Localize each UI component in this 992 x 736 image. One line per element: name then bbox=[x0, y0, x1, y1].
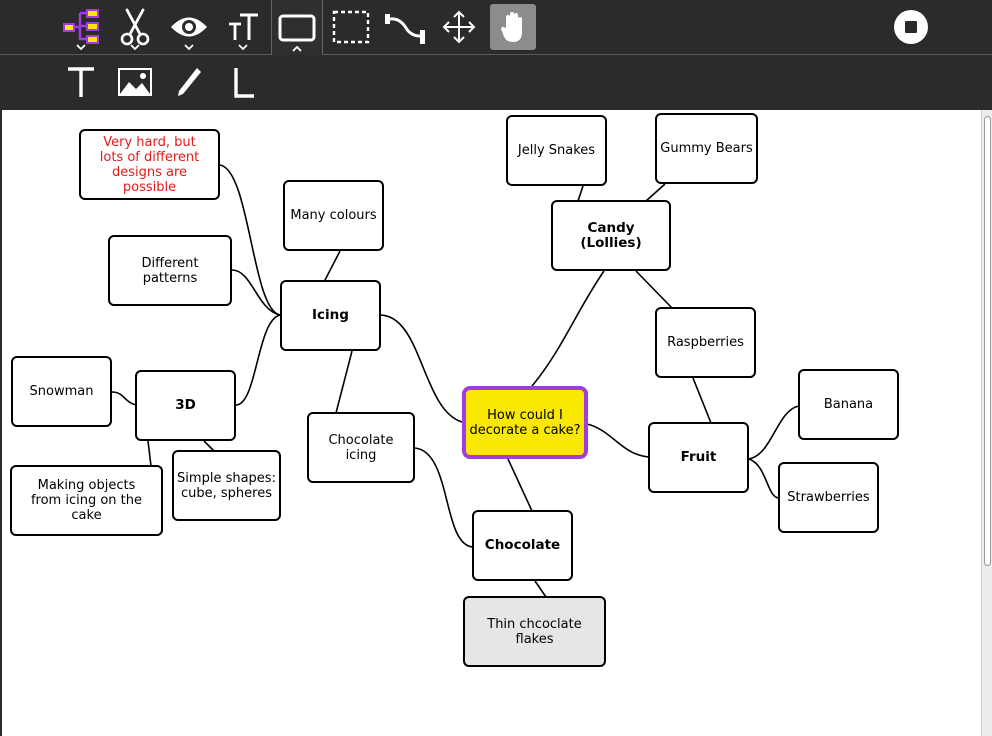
stop-icon bbox=[905, 21, 917, 33]
frame-icon bbox=[278, 14, 316, 41]
edge-raspberries-fruit bbox=[692, 377, 712, 424]
eye-icon bbox=[171, 17, 207, 37]
edge-candy-jelly bbox=[577, 185, 584, 202]
node-label: Gummy Bears bbox=[660, 141, 753, 156]
edge-icing-patterns bbox=[231, 269, 281, 316]
node-label: Many colours bbox=[290, 208, 377, 223]
node-label: Chocolate icing bbox=[328, 432, 394, 463]
chevron-up-icon bbox=[292, 46, 302, 52]
edge-3d-making bbox=[147, 440, 152, 467]
edge-icing-many-colours bbox=[323, 250, 341, 283]
view-tool-button[interactable] bbox=[165, 3, 213, 51]
topic-node-chocolate-icing[interactable]: Chocolate icing bbox=[307, 412, 415, 483]
mindmap-canvas[interactable]: How could I decorate a cake? Icing Many … bbox=[2, 110, 981, 736]
mindmap-tool-button[interactable] bbox=[57, 3, 105, 51]
topic-node-many-colours[interactable]: Many colours bbox=[283, 180, 384, 251]
topic-node-icing[interactable]: Icing bbox=[280, 280, 381, 351]
dashed-select-icon bbox=[332, 10, 370, 44]
chevron-down-icon bbox=[184, 44, 194, 50]
edge-center-chocolate bbox=[507, 458, 533, 512]
node-label: Banana bbox=[823, 397, 874, 412]
topic-node-making-objects[interactable]: Making objects from icing on the cake bbox=[10, 465, 163, 536]
node-label: Thin chcoclate flakes bbox=[487, 616, 582, 647]
topic-node-different-patterns[interactable]: Different patterns bbox=[108, 235, 232, 306]
edge-chocicing-chocolate bbox=[414, 447, 474, 548]
node-label: Icing bbox=[312, 307, 349, 323]
central-topic-node[interactable]: How could I decorate a cake? bbox=[462, 386, 588, 459]
node-label: How could I decorate a cake? bbox=[469, 407, 581, 438]
edge-icing-choc-icing bbox=[335, 350, 353, 414]
frame-tool-button[interactable] bbox=[271, 0, 323, 55]
topic-node-gummy-bears[interactable]: Gummy Bears bbox=[655, 113, 758, 184]
topic-node-banana[interactable]: Banana bbox=[798, 369, 899, 440]
pen-icon bbox=[178, 68, 201, 96]
mindmap-icon bbox=[63, 9, 99, 44]
connector-tool-button[interactable] bbox=[381, 3, 429, 51]
node-label: Chocolate bbox=[484, 537, 561, 553]
insert-text-tool-button[interactable] bbox=[57, 58, 105, 106]
connector-icon bbox=[385, 14, 425, 44]
pen-tool-button[interactable] bbox=[165, 58, 213, 106]
text-size-tool-button[interactable] bbox=[219, 3, 267, 51]
topic-node-snowman[interactable]: Snowman bbox=[11, 356, 112, 427]
node-label: 3D bbox=[175, 397, 196, 413]
node-label: Snowman bbox=[29, 384, 94, 399]
select-tool-button[interactable] bbox=[327, 3, 375, 51]
insert-toolbar bbox=[0, 56, 992, 108]
topic-node-jelly-snakes[interactable]: Jelly Snakes bbox=[506, 115, 607, 186]
node-label: Candy (Lollies) bbox=[580, 219, 642, 251]
topic-node-candy[interactable]: Candy (Lollies) bbox=[551, 200, 671, 271]
stop-button[interactable] bbox=[894, 10, 928, 44]
topic-node-simple-shapes[interactable]: Simple shapes: cube, spheres bbox=[172, 450, 281, 521]
node-label: Fruit bbox=[680, 449, 717, 465]
topic-node-3d[interactable]: 3D bbox=[135, 370, 236, 441]
move-arrows-icon bbox=[442, 10, 476, 44]
topic-node-very-hard[interactable]: Very hard, but lots of different designs… bbox=[79, 129, 220, 200]
hand-icon bbox=[500, 12, 522, 42]
node-label: Simple shapes: cube, spheres bbox=[177, 470, 276, 501]
chevron-down-icon bbox=[76, 44, 86, 50]
topic-node-raspberries[interactable]: Raspberries bbox=[655, 307, 756, 378]
insert-image-tool-button[interactable] bbox=[111, 58, 159, 106]
edge-chocolate-flakes bbox=[534, 580, 547, 598]
topic-node-chocolate[interactable]: Chocolate bbox=[472, 510, 573, 581]
node-label: Very hard, but lots of different designs… bbox=[99, 134, 200, 195]
topic-node-thin-flakes[interactable]: Thin chcoclate flakes bbox=[463, 596, 606, 667]
edge-icing-3d bbox=[235, 314, 281, 406]
edge-center-icing bbox=[379, 314, 463, 423]
node-label: Different patterns bbox=[141, 255, 199, 286]
edge-center-fruit bbox=[586, 423, 650, 458]
node-label: Jelly Snakes bbox=[517, 143, 596, 158]
chevron-down-icon bbox=[130, 44, 140, 50]
node-label: Strawberries bbox=[787, 490, 870, 505]
edge-fruit-banana bbox=[748, 405, 800, 460]
image-icon bbox=[118, 68, 152, 96]
text-size-icon bbox=[229, 13, 258, 40]
edge-3d-snowman bbox=[111, 391, 137, 406]
move-tool-button[interactable] bbox=[435, 3, 483, 51]
line-tool-button[interactable] bbox=[219, 58, 267, 106]
edge-candy-raspberries bbox=[635, 270, 673, 309]
chevron-down-icon bbox=[238, 44, 248, 50]
topic-node-strawberries[interactable]: Strawberries bbox=[778, 462, 879, 533]
edge-fruit-strawberries bbox=[748, 458, 780, 499]
topic-node-fruit[interactable]: Fruit bbox=[648, 422, 749, 493]
hand-tool-button[interactable] bbox=[490, 4, 536, 50]
scrollbar-thumb[interactable] bbox=[984, 116, 991, 566]
scissors-icon bbox=[120, 8, 150, 46]
mindmap-app: How could I decorate a cake? Icing Many … bbox=[0, 0, 992, 736]
node-label: Raspberries bbox=[667, 335, 744, 350]
cut-tool-button[interactable] bbox=[111, 3, 159, 51]
vertical-scrollbar[interactable] bbox=[981, 110, 992, 736]
edge-candy-gummy bbox=[645, 183, 666, 202]
main-toolbar bbox=[0, 0, 992, 55]
line-icon bbox=[234, 68, 254, 98]
node-label: Making objects from icing on the cake bbox=[30, 478, 143, 523]
text-icon bbox=[68, 67, 94, 97]
edge-center-candy bbox=[531, 270, 605, 387]
